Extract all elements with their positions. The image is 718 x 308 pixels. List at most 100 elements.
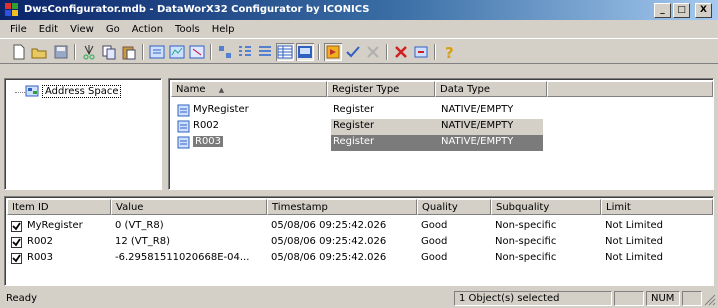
stop-icon[interactable] [364,43,382,61]
item-subquality: Non-specific [495,220,557,231]
list-view-icon[interactable] [256,43,274,61]
refresh-icon[interactable] [412,43,430,61]
item-checkbox[interactable] [11,221,22,232]
item-limit: Not Limited [605,220,663,231]
address-space-tree[interactable]: Address Space [4,78,162,190]
item-value: -6.29581511020668E-04... [115,252,250,263]
column-header-subquality[interactable]: Subquality [491,199,601,215]
status-bar: Ready 1 Object(s) selected NUM [0,289,718,308]
column-header-filler [547,81,713,97]
copy-icon[interactable] [100,43,118,61]
monitor-view-icon[interactable] [296,43,314,61]
item-quality: Good [421,252,448,263]
item-id: R002 [27,236,54,247]
register-type: Register [333,104,375,115]
column-header-register-type[interactable]: Register Type [327,81,435,97]
menu-tools[interactable]: Tools [169,24,206,35]
delete-icon[interactable] [392,43,410,61]
menu-bar: File Edit View Go Action Tools Help [0,20,718,38]
minimize-button[interactable]: _ [654,3,671,18]
table-row[interactable]: R003 -6.29581511020668E-04... 05/08/06 0… [7,251,711,267]
add-register-icon[interactable] [148,43,166,61]
item-limit: Not Limited [605,252,663,263]
register-data-type: NATIVE/EMPTY [441,136,514,147]
status-empty-pane [682,291,702,306]
list-item[interactable]: R003 Register NATIVE/EMPTY [171,135,551,151]
new-icon[interactable] [10,43,28,61]
item-quality: Good [421,220,448,231]
svg-text:?: ? [445,44,454,61]
help-icon[interactable]: ? [440,43,458,61]
app-icon [5,3,18,16]
register-type: Register [333,136,375,147]
item-quality: Good [421,236,448,247]
menu-action[interactable]: Action [126,24,169,35]
column-header-data-type[interactable]: Data Type [435,81,547,97]
item-timestamp: 05/08/06 09:25:42.026 [271,220,387,231]
window-title: DwsConfigurator.mdb - DataWorX32 Configu… [24,4,370,15]
close-button[interactable]: X [695,3,712,18]
register-name: R002 [193,120,220,131]
register-icon [177,104,190,117]
toolbar: ? [0,38,718,64]
item-limit: Not Limited [605,236,663,247]
status-text: Ready [6,293,38,304]
menu-file[interactable]: File [4,24,33,35]
item-timestamp: 05/08/06 09:25:42.026 [271,252,387,263]
item-id: MyRegister [27,220,83,231]
tree-item-address-space[interactable]: Address Space [25,84,122,98]
item-value: 12 (VT_R8) [115,236,170,247]
cut-icon[interactable] [80,43,98,61]
column-header-timestamp[interactable]: Timestamp [267,199,417,215]
open-icon[interactable] [30,43,48,61]
small-icons-icon[interactable] [236,43,254,61]
table-row[interactable]: MyRegister 0 (VT_R8) 05/08/06 09:25:42.0… [7,219,711,235]
list-item[interactable]: R002 Register NATIVE/EMPTY [171,119,551,135]
num-lock-indicator: NUM [646,291,680,306]
column-header-value[interactable]: Value [111,199,267,215]
resize-grip-icon[interactable] [704,294,716,306]
check-icon[interactable] [344,43,362,61]
column-header-quality[interactable]: Quality [417,199,491,215]
item-subquality: Non-specific [495,252,557,263]
register-data-type: NATIVE/EMPTY [441,120,514,131]
column-header-limit[interactable]: Limit [601,199,713,215]
column-header-name[interactable]: Name ▲ [171,81,327,97]
large-icons-icon[interactable] [216,43,234,61]
table-row[interactable]: R002 12 (VT_R8) 05/08/06 09:25:42.026 Go… [7,235,711,251]
register-data-type: NATIVE/EMPTY [441,104,514,115]
item-checkbox[interactable] [11,237,22,248]
register-icon [177,120,190,133]
menu-go[interactable]: Go [100,24,126,35]
properties-icon[interactable] [188,43,206,61]
item-monitor-list[interactable]: Item ID Value Timestamp Quality Subquali… [4,196,714,286]
add-server-icon[interactable] [168,43,186,61]
item-id: R003 [27,252,54,263]
item-checkbox[interactable] [11,253,22,264]
address-space-icon [25,85,39,97]
maximize-button[interactable]: □ [673,3,690,18]
register-list[interactable]: Name ▲ Register Type Data Type MyRegiste… [168,78,714,190]
register-name: R003 [193,136,224,147]
status-empty-pane [614,291,644,306]
details-view-icon[interactable] [276,43,294,61]
start-icon[interactable] [324,43,342,61]
sort-ascending-icon: ▲ [218,86,225,94]
item-timestamp: 05/08/06 09:25:42.026 [271,236,387,247]
register-name: MyRegister [193,104,249,115]
tree-item-label: Address Space [42,84,122,98]
menu-help[interactable]: Help [206,24,241,35]
register-type: Register [333,120,375,131]
item-value: 0 (VT_R8) [115,220,164,231]
selection-count: 1 Object(s) selected [454,291,612,306]
title-bar: DwsConfigurator.mdb - DataWorX32 Configu… [0,0,718,20]
column-header-item-id[interactable]: Item ID [7,199,111,215]
window-controls: _ □ X [654,3,712,18]
item-subquality: Non-specific [495,236,557,247]
menu-edit[interactable]: Edit [33,24,64,35]
menu-view[interactable]: View [64,24,100,35]
paste-icon[interactable] [120,43,138,61]
list-item[interactable]: MyRegister Register NATIVE/EMPTY [171,103,551,119]
save-icon[interactable] [52,43,70,61]
register-icon [177,136,190,149]
